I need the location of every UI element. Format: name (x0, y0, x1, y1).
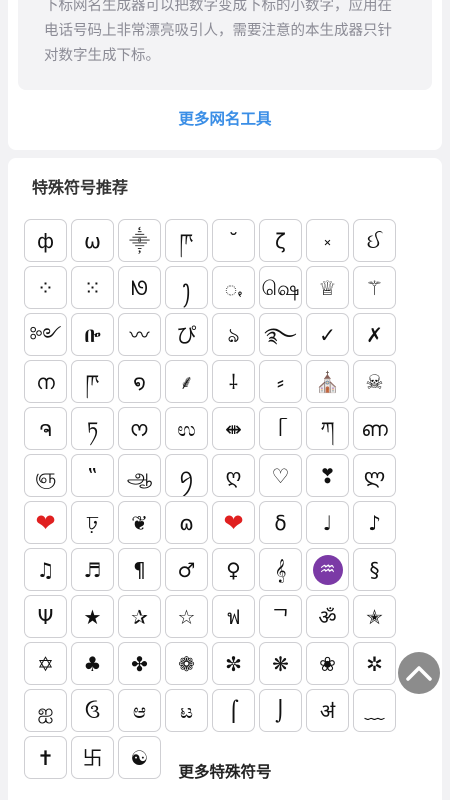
symbol-cell[interactable]: ✭ (353, 595, 396, 638)
symbol-cell[interactable]: ♒ (306, 548, 349, 591)
symbol-cell[interactable]: ˘ (212, 219, 255, 262)
symbol-cell[interactable]: ಉ (165, 407, 208, 450)
symbol-cell[interactable]: ✰ (118, 595, 161, 638)
symbol-cell[interactable]: ஐ (24, 689, 67, 732)
symbol-cell[interactable]: ♡ (259, 454, 302, 497)
symbol-cell[interactable]: ཀ (306, 407, 349, 450)
symbol-grid: ф ω ⸎ ཫ ˘ ζ ༝ ઈ ⁘ ⁙ ᘚ ꫂꩻ ஷெ ♕ ⚚ ༻ ᎄ 〰ぴ ঌ ࿐ ✓ ✗ ന ཫ ໑ ⸙ ⸸ ⸗ ⛪ ☠ ຈ ཏ ᰔ ಉ ⇼ ᥬ ཀ… (24, 219, 400, 779)
symbol-cell[interactable]: ⸎ (118, 219, 161, 262)
symbol-cell[interactable]: ॐ (306, 595, 349, 638)
symbol-cell[interactable]: ઉ (71, 689, 114, 732)
symbol-cell[interactable]: ⸗ (259, 360, 302, 403)
symbol-cell[interactable]: ✡ (24, 642, 67, 685)
symbol-cell[interactable]: ⸙ (165, 360, 208, 403)
symbol-cell[interactable]: ⌡ (259, 689, 302, 732)
symbol-cell[interactable]: ✤ (118, 642, 161, 685)
symbol-cell[interactable]: ♪ (353, 501, 396, 544)
symbol-cell[interactable]: ❤ (212, 501, 255, 544)
symbol-cell[interactable]: ✓ (306, 313, 349, 356)
symbol-cell[interactable]: ᥬ (259, 407, 302, 450)
symbol-cell[interactable]: ﹏ (353, 689, 396, 732)
symbol-cell[interactable]: ⛪ (306, 360, 349, 403)
symbol-cell[interactable]: ⁘ (24, 266, 67, 309)
symbol-cell[interactable]: ɷ (165, 501, 208, 544)
symbol-cell[interactable]: ᄀ (259, 595, 302, 638)
section-title: 特殊符号推荐 (32, 178, 129, 197)
symbol-cell[interactable]: ฟ (212, 595, 255, 638)
symbol-cell[interactable]: ༻ (24, 313, 67, 356)
more-tools-link[interactable]: 更多网名工具 (0, 107, 450, 129)
symbol-cell[interactable]: ന (24, 360, 67, 403)
symbol-cell[interactable]: ঌ (212, 313, 255, 356)
symbol-cell[interactable]: 𝄞 (259, 548, 302, 591)
symbol-cell[interactable]: δ (259, 501, 302, 544)
symbol-cell[interactable]: ꪇ (165, 454, 208, 497)
symbol-cell[interactable]: ઈ (353, 219, 396, 262)
symbol-cell[interactable]: ཫ (71, 360, 114, 403)
symbol-cell[interactable]: § (353, 548, 396, 591)
symbol-cell[interactable]: ಆ (118, 689, 161, 732)
symbol-cell[interactable]: Ψ (24, 595, 67, 638)
symbol-cell[interactable]: ✼ (212, 642, 255, 685)
symbol-cell[interactable]: ♫ (24, 548, 67, 591)
symbol-cell[interactable]: ★ (71, 595, 114, 638)
symbol-cell[interactable]: 〰 (118, 313, 161, 356)
symbol-cell[interactable]: ॳ (306, 689, 349, 732)
symbol-cell[interactable]: ꫂ (165, 266, 208, 309)
symbol-cell[interactable]: ཫ (165, 219, 208, 262)
symbol-cell[interactable]: ⚚ (353, 266, 396, 309)
symbol-cell[interactable]: ❤ (24, 501, 67, 544)
symbol-cell[interactable]: ✲ (353, 642, 396, 685)
symbol-cell[interactable]: ຈ (24, 407, 67, 450)
symbol-cell[interactable]: ᎄ (71, 313, 114, 356)
symbol-cell[interactable]: ω (71, 219, 114, 262)
symbol-cell[interactable]: ✗ (353, 313, 396, 356)
symbol-cell[interactable]: ஞ (24, 454, 67, 497)
symbol-cell[interactable]: ❣ (306, 454, 349, 497)
chevron-up-icon (406, 666, 432, 681)
symbol-cell[interactable]: ཏ (71, 407, 114, 450)
symbol-cell[interactable]: ᘚ (118, 266, 161, 309)
symbol-cell[interactable]: ζ (259, 219, 302, 262)
symbol-cell[interactable]: ঢ় (71, 501, 114, 544)
symbol-cell[interactable]: ☠ (353, 360, 396, 403)
description-box: 下标网名生成器可以把数字变成下标的小数字，应用在电话号码上非常漂亮吸引人，需要注… (18, 0, 432, 90)
symbol-cell[interactable]: ☆ (165, 595, 208, 638)
description-text: 下标网名生成器可以把数字变成下标的小数字，应用在电话号码上非常漂亮吸引人，需要注… (44, 0, 392, 64)
symbol-cell[interactable]: ஷெ (259, 266, 302, 309)
symbol-cell[interactable]: ໑ (118, 360, 161, 403)
symbol-cell[interactable]: ぴ (165, 313, 208, 356)
symbol-cell[interactable]: ♣ (71, 642, 114, 685)
symbol-cell[interactable]: ⁙ (71, 266, 114, 309)
symbol-cell[interactable]: ⌠ (212, 689, 255, 732)
symbol-cell[interactable]: ♩ (306, 501, 349, 544)
scroll-to-top-button[interactable] (398, 652, 440, 694)
more-symbols-link[interactable]: 更多特殊符号 (0, 760, 450, 782)
symbol-cell[interactable]: ლ (353, 454, 396, 497)
symbol-cell[interactable]: ⸸ (212, 360, 255, 403)
aquarius-icon: ♒ (312, 554, 343, 585)
symbol-cell[interactable]: ¶ (118, 548, 161, 591)
symbol-cell[interactable]: ᰔ (118, 407, 161, 450)
symbol-cell[interactable]: ஆ (118, 454, 161, 497)
symbol-cell[interactable]: ണ (353, 407, 396, 450)
symbol-cell[interactable]: ꩻ (212, 266, 255, 309)
symbol-cell[interactable]: ♕ (306, 266, 349, 309)
symbol-cell[interactable]: ❋ (259, 642, 302, 685)
symbol-cell[interactable]: ࿐ (259, 313, 302, 356)
symbol-cell[interactable]: ♬ (71, 548, 114, 591)
symbol-cell[interactable]: ❦ (118, 501, 161, 544)
symbol-cell[interactable]: ಟ (165, 689, 208, 732)
symbol-cell[interactable]: ❀ (306, 642, 349, 685)
symbol-cell[interactable]: ⇼ (212, 407, 255, 450)
symbol-cell[interactable]: ♀ (212, 548, 255, 591)
symbol-cell[interactable]: ღ (212, 454, 255, 497)
symbol-cell[interactable]: ༝ (306, 219, 349, 262)
symbol-cell[interactable]: ф (24, 219, 67, 262)
symbol-cell[interactable]: ♂ (165, 548, 208, 591)
symbol-cell[interactable]: ❁ (165, 642, 208, 685)
symbol-cell[interactable]: ‟ (71, 454, 114, 497)
